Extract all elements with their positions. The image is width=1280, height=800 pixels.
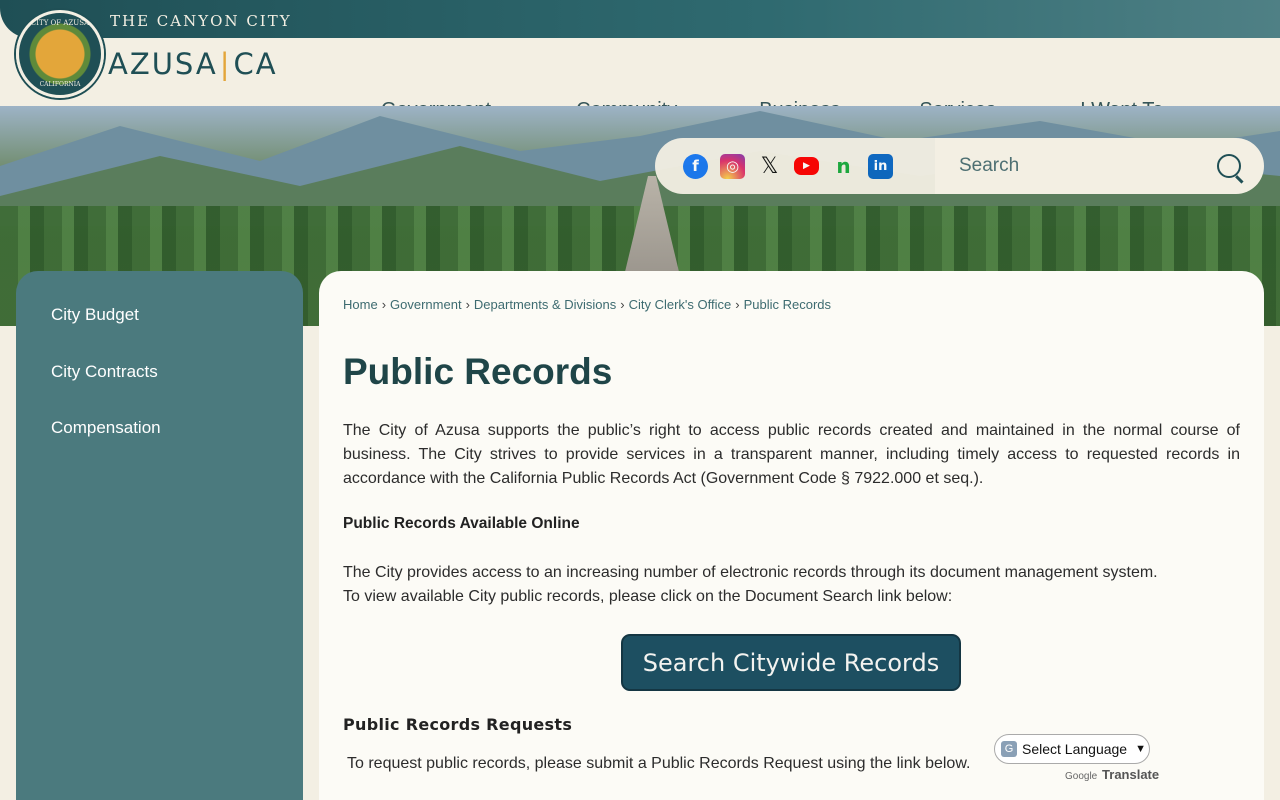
breadcrumb-city-clerk[interactable]: City Clerk's Office [629,297,732,312]
sidebar-item-compensation[interactable]: Compensation [51,418,161,438]
search-button[interactable] [1194,138,1264,194]
language-select-label: Select Language [1022,741,1128,757]
google-translate-icon: G [1001,741,1017,757]
nextdoor-icon[interactable]: n [831,154,856,179]
breadcrumb-separator: › [381,297,387,312]
sidebar-item-city-budget[interactable]: City Budget [51,305,139,325]
intro-paragraph: The City of Azusa supports the public’s … [343,422,1240,487]
youtube-icon[interactable]: ▶ [794,157,819,175]
main-content: Home › Government › Departments & Divisions ›… [319,271,1264,800]
online-line-2: To view available City public records, p… [343,588,953,605]
online-heading: Public Records Available Online [343,515,580,532]
tagline: THE CANYON CITY [110,12,292,30]
seal-bottom-text: CALIFORNIA [39,81,81,88]
breadcrumb-departments[interactable]: Departments & Divisions [474,297,616,312]
online-line-1: The City provides access to an increasin… [343,564,1158,581]
logo-divider: | [219,47,232,81]
language-select[interactable]: G Select Language ▼ [994,734,1150,764]
instagram-icon[interactable]: ◎ [720,153,745,179]
search-input[interactable] [959,155,1189,177]
breadcrumb-home[interactable]: Home [343,297,378,312]
linkedin-icon[interactable]: in [868,153,893,179]
breadcrumb-separator: › [735,297,740,312]
breadcrumb-government[interactable]: Government [390,297,462,312]
seal-top-text: CITY OF AZUSA [30,19,90,27]
site-logo-wordmark[interactable]: AZUSA|CA [108,47,278,81]
top-banner: THE CANYON CITY [0,0,1280,38]
page-title: Public Records [343,351,613,392]
google-wordmark: Google [1065,771,1098,782]
requests-heading: Public Records Requests [343,715,573,734]
sidebar-nav: City Budget City Contracts Compensation [16,271,303,800]
sidebar-item-city-contracts[interactable]: City Contracts [51,362,158,382]
social-links: f ◎ 𝕏 ▶ n in [655,138,935,194]
breadcrumb: Home › Government › Departments & Divisions ›… [343,297,831,312]
breadcrumb-public-records[interactable]: Public Records [744,297,831,312]
translate-word: Translate [1102,767,1160,782]
city-seal-logo[interactable]: CITY OF AZUSA CALIFORNIA [16,10,104,98]
search-citywide-records-button[interactable]: Search Citywide Records [621,634,961,691]
facebook-icon[interactable]: f [683,153,708,179]
online-description: The City provides access to an increasin… [343,561,1158,609]
breadcrumb-separator: › [620,297,625,312]
requests-text: To request public records, please submit… [347,755,971,772]
breadcrumb-separator: › [465,297,470,312]
logo-main: AZUSA [108,47,218,81]
search-icon [1217,154,1241,178]
chevron-down-icon: ▼ [1135,743,1146,755]
search-field-container [935,138,1194,194]
logo-suffix: CA [233,47,278,81]
powered-by-google-translate[interactable]: Google Translate [1065,767,1159,782]
x-icon[interactable]: 𝕏 [757,154,782,179]
